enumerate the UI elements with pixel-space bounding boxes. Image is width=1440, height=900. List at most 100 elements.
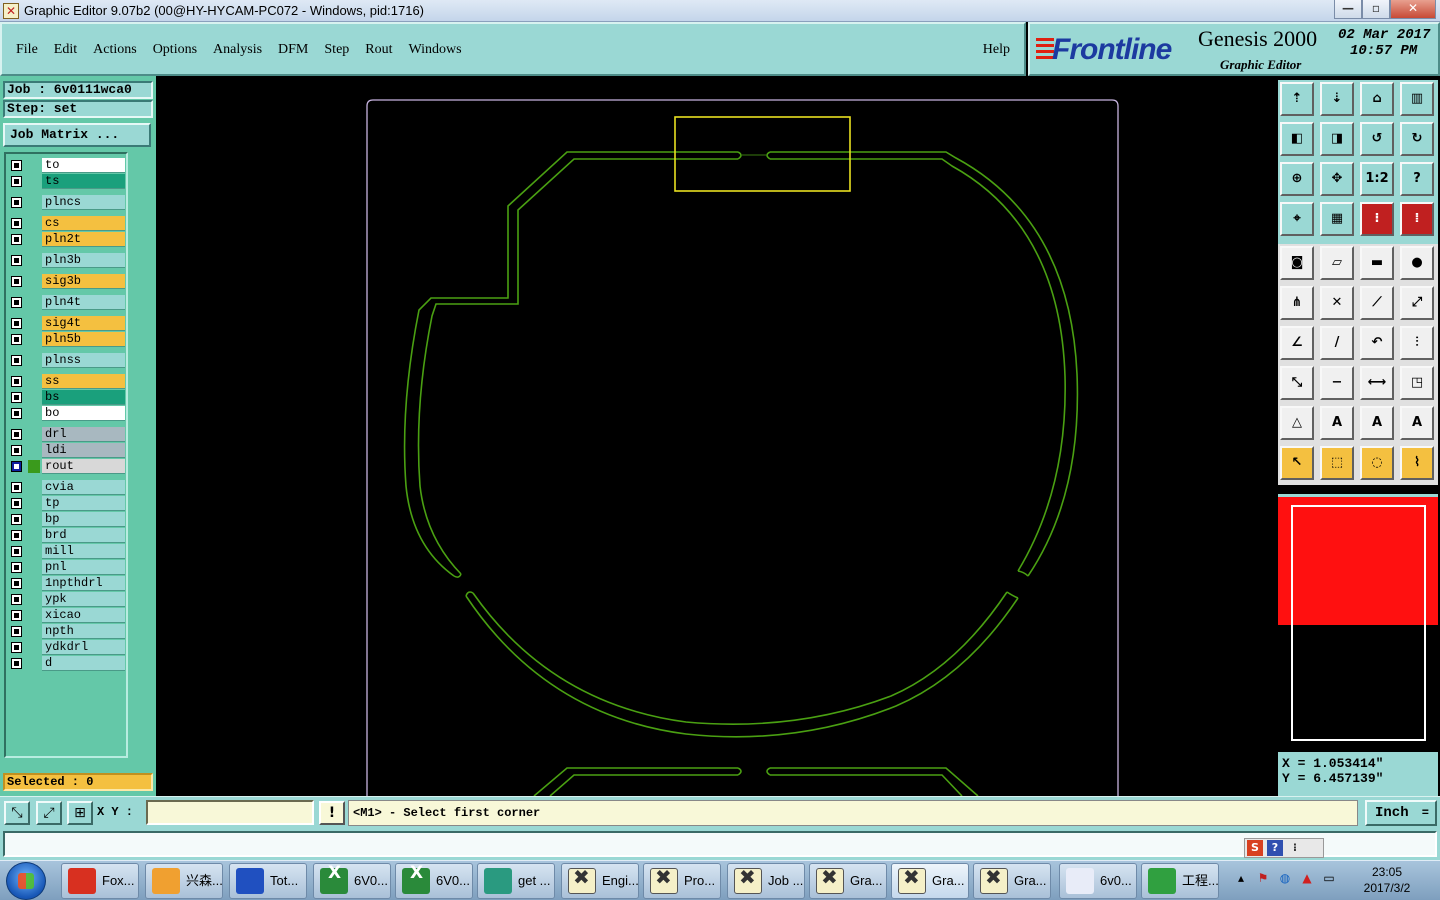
flag-icon[interactable]: ⚑ [1254, 869, 1272, 887]
layer-row[interactable]: rout [9, 459, 125, 474]
taskbar-item[interactable]: Pro... [643, 863, 721, 899]
flip-icon[interactable]: ⫶ [1400, 326, 1434, 360]
layer-checkbox[interactable] [11, 594, 22, 605]
layer-row[interactable]: pln4t [9, 295, 125, 310]
taskbar-item[interactable]: Gra... [891, 863, 969, 899]
layer-name[interactable]: xicao [42, 608, 125, 623]
snap-icon[interactable]: ⁝ [1360, 202, 1394, 236]
unit-selector[interactable]: Inch [1365, 800, 1437, 826]
overview-map[interactable] [1278, 494, 1438, 750]
layer-row[interactable]: pln5b [9, 332, 125, 347]
grid-icon[interactable]: ▦ [1320, 202, 1354, 236]
layer-checkbox[interactable] [11, 578, 22, 589]
layer-row[interactable]: ldi [9, 443, 125, 458]
layer-row[interactable]: to [9, 158, 125, 173]
pan-right-icon[interactable]: ◨ [1320, 122, 1354, 156]
layer-row[interactable]: pln3b [9, 253, 125, 268]
undo-view-icon[interactable]: ↺ [1360, 122, 1394, 156]
menu-rout[interactable]: Rout [365, 41, 392, 59]
layer-name[interactable]: bo [42, 406, 125, 421]
select-polygon-icon[interactable]: ⌇ [1400, 446, 1434, 480]
layer-row[interactable]: cs [9, 216, 125, 231]
text-bold-icon[interactable]: A [1360, 406, 1394, 440]
layer-name[interactable]: ts [42, 174, 125, 189]
taskbar-item[interactable]: get ... [477, 863, 555, 899]
text-underline-icon[interactable]: A [1400, 406, 1434, 440]
taskbar-item[interactable]: Fox... [61, 863, 139, 899]
layer-name[interactable]: mill [42, 544, 125, 559]
text-small-icon[interactable]: △ [1280, 406, 1314, 440]
menu-dfm[interactable]: DFM [278, 41, 308, 59]
layer-name[interactable]: ypk [42, 592, 125, 607]
menu-windows[interactable]: Windows [409, 41, 462, 59]
minimize-button[interactable]: — [1334, 0, 1362, 19]
menu-actions[interactable]: Actions [93, 41, 137, 59]
layer-checkbox[interactable] [11, 610, 22, 621]
taskbar-item[interactable]: Job ... [727, 863, 805, 899]
layer-checkbox[interactable] [11, 297, 22, 308]
taskbar-item[interactable]: Gra... [973, 863, 1051, 899]
layer-name[interactable]: to [42, 158, 125, 173]
layer-checkbox[interactable] [11, 498, 22, 509]
taskbar-item[interactable]: 6V0... [395, 863, 473, 899]
layer-name[interactable]: d [42, 656, 125, 671]
layer-name[interactable]: rout [42, 459, 125, 474]
line-endpoint-icon[interactable]: ⤢ [1400, 286, 1434, 320]
layer-name[interactable]: cs [42, 216, 125, 231]
layer-checkbox[interactable] [11, 408, 22, 419]
layer-checkbox[interactable] [11, 334, 22, 345]
layer-name[interactable]: plncs [42, 195, 125, 210]
select-pointer-icon[interactable]: ↖ [1280, 446, 1314, 480]
graphic-canvas[interactable] [156, 76, 1277, 796]
split-view-icon[interactable]: ▥ [1400, 82, 1434, 116]
tray-arrow-icon[interactable]: ▴ [1232, 869, 1250, 887]
layer-row[interactable]: ypk [9, 592, 125, 607]
layer-checkbox[interactable] [11, 176, 22, 187]
layer-name[interactable]: pln4t [42, 295, 125, 310]
move-icon[interactable]: ⤡ [1280, 366, 1314, 400]
layer-checkbox[interactable] [11, 197, 22, 208]
split-icon[interactable]: − [1320, 366, 1354, 400]
zoom-diagonal-icon[interactable]: ⤢ [36, 801, 62, 825]
pan-left-icon[interactable]: ◧ [1280, 122, 1314, 156]
menu-file[interactable]: File [16, 41, 38, 59]
cross-icon[interactable]: ✕ [1320, 286, 1354, 320]
pad-icon[interactable]: ◙ [1280, 246, 1314, 280]
layer-name[interactable]: pnl [42, 560, 125, 575]
layer-checkbox[interactable] [11, 255, 22, 266]
layer-up-icon[interactable]: ⇡ [1280, 82, 1314, 116]
sogou-icon[interactable]: S [1247, 840, 1263, 856]
layer-checkbox[interactable] [11, 429, 22, 440]
app-tray-icon[interactable]: ▲ [1298, 869, 1316, 887]
taskbar-item[interactable]: 工程... [1141, 863, 1219, 899]
layer-row[interactable]: bo [9, 406, 125, 421]
layer-row[interactable]: brd [9, 528, 125, 543]
connect-icon[interactable]: ⋔ [1280, 286, 1314, 320]
layer-checkbox[interactable] [11, 562, 22, 573]
layer-name[interactable]: cvia [42, 480, 125, 495]
text-icon[interactable]: A [1320, 406, 1354, 440]
slash-icon[interactable]: / [1320, 326, 1354, 360]
layer-row[interactable]: pnl [9, 560, 125, 575]
zoom-home-icon[interactable]: ⊕ [1280, 162, 1314, 196]
copy-icon[interactable]: ◳ [1400, 366, 1434, 400]
redraw-icon[interactable]: ↻ [1400, 122, 1434, 156]
layer-checkbox[interactable] [11, 218, 22, 229]
taskbar-item[interactable]: 6V0... [313, 863, 391, 899]
layer-row[interactable]: xicao [9, 608, 125, 623]
close-button[interactable]: ✕ [1390, 0, 1436, 19]
layer-checkbox[interactable] [11, 546, 22, 557]
ime-menu-icon[interactable]: ⁝ [1287, 840, 1303, 856]
layer-checkbox[interactable] [11, 355, 22, 366]
layer-checkbox[interactable] [11, 445, 22, 456]
layer-checkbox[interactable] [11, 392, 22, 403]
snap-off-icon[interactable]: ⁞ [1400, 202, 1434, 236]
layer-row[interactable]: bs [9, 390, 125, 405]
surface-icon[interactable]: ▱ [1320, 246, 1354, 280]
layer-row[interactable]: sig4t [9, 316, 125, 331]
taskbar-item[interactable]: Gra... [809, 863, 887, 899]
menu-step[interactable]: Step [324, 41, 349, 59]
layer-name[interactable]: drl [42, 427, 125, 442]
layer-row[interactable]: plncs [9, 195, 125, 210]
select-circle-icon[interactable]: ◌ [1360, 446, 1394, 480]
